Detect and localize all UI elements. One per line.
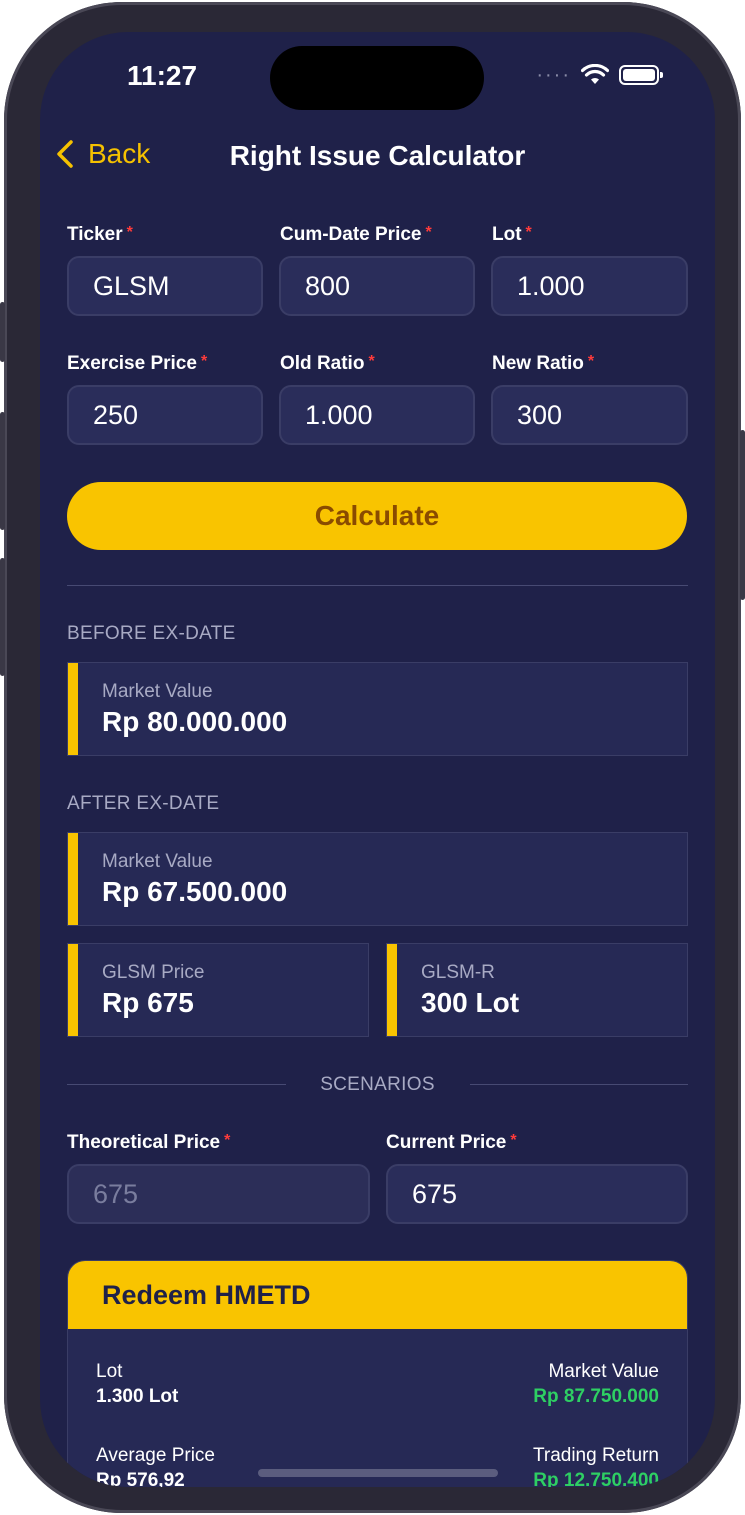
average-price-value: Rp 576,92 (96, 1470, 185, 1487)
accent-bar (68, 663, 78, 755)
glsm-r-value: 300 Lot (421, 987, 520, 1018)
market-value: Rp 67.500.000 (102, 876, 288, 907)
average-price-label: Average Price (96, 1445, 215, 1466)
after-ex-date-section-label: AFTER EX-DATE (67, 793, 220, 814)
redeem-market-value: Rp 87.750.000 (533, 1386, 659, 1407)
required-mark: * (425, 224, 432, 241)
ticker-input[interactable]: GLSM (67, 256, 263, 316)
market-value-label: Market Value (102, 681, 213, 702)
after-market-value-card: Market Value Rp 67.500.000 (67, 832, 688, 926)
power-button (740, 430, 745, 600)
market-value-label: Market Value (102, 851, 213, 872)
market-value: Rp 80.000.000 (102, 706, 288, 737)
trading-return-value: Rp 12.750.400 (533, 1470, 659, 1487)
before-market-value-card: Market Value Rp 80.000.000 (67, 662, 688, 756)
accent-bar (68, 833, 78, 925)
redeem-hmetd-title: Redeem HMETD (68, 1261, 687, 1329)
cellular-signal-icon: ···· (536, 64, 571, 86)
status-time: 11:27 (127, 60, 198, 91)
volume-down-button (0, 558, 5, 676)
required-mark: * (368, 353, 375, 370)
old-ratio-label: Old Ratio * (280, 353, 375, 374)
cum-date-price-label: Cum-Date Price * (280, 224, 432, 245)
accent-bar (387, 944, 397, 1036)
required-mark: * (200, 353, 208, 370)
new-ratio-input[interactable]: 300 (491, 385, 688, 445)
accent-bar (68, 944, 78, 1036)
navigation-bar: Back Right Issue Calculator (40, 134, 715, 184)
dynamic-island (270, 46, 484, 110)
phone-frame: 11:27 ···· Back Right Issue Calculator T… (0, 2, 745, 1513)
glsm-price-value: Rp 675 (102, 987, 194, 1018)
cum-date-price-input[interactable]: 800 (279, 256, 475, 316)
exercise-price-input[interactable]: 250 (67, 385, 263, 445)
current-price-input[interactable]: 675 (386, 1164, 688, 1224)
lot-input[interactable]: 1.000 (491, 256, 688, 316)
redeem-lot-label: Lot (96, 1361, 123, 1382)
required-mark: * (525, 224, 532, 241)
required-mark: * (510, 1132, 517, 1149)
status-icons: ···· (536, 64, 663, 86)
exercise-price-label: Exercise Price * (67, 353, 208, 374)
redeem-lot-value: 1.300 Lot (96, 1386, 179, 1407)
screen: 11:27 ···· Back Right Issue Calculator T… (40, 32, 715, 1487)
theoretical-price-input: 675 (67, 1164, 370, 1224)
required-mark: * (587, 353, 595, 370)
page-title: Right Issue Calculator (229, 140, 526, 171)
new-ratio-label: New Ratio * (492, 353, 595, 374)
battery-icon (619, 65, 663, 85)
required-mark: * (224, 1132, 231, 1149)
calculate-button[interactable]: Calculate (67, 482, 687, 550)
mute-switch (0, 302, 5, 362)
current-price-label: Current Price * (386, 1132, 517, 1153)
redeem-hmetd-card: Redeem HMETD Lot 1.300 Lot Market Value … (67, 1260, 688, 1487)
old-ratio-input[interactable]: 1.000 (279, 385, 475, 445)
lot-label: Lot * (492, 224, 532, 245)
scenarios-section-label: SCENARIOS (320, 1074, 435, 1095)
theoretical-price-label: Theoretical Price * (67, 1132, 231, 1153)
ticker-label: Ticker * (67, 224, 133, 245)
redeem-market-value-label: Market Value (548, 1361, 659, 1382)
glsm-price-label: GLSM Price (102, 962, 205, 983)
divider (470, 1084, 688, 1085)
glsm-price-card: GLSM Price Rp 675 (67, 943, 369, 1037)
trading-return-label: Trading Return (532, 1445, 659, 1466)
glsm-r-card: GLSM-R 300 Lot (386, 943, 688, 1037)
required-mark: * (126, 224, 133, 241)
before-ex-date-section-label: BEFORE EX-DATE (67, 623, 236, 644)
glsm-r-label: GLSM-R (421, 962, 495, 983)
home-indicator[interactable] (258, 1469, 498, 1477)
volume-up-button (0, 412, 5, 530)
wifi-icon (581, 64, 609, 84)
divider (67, 585, 688, 586)
